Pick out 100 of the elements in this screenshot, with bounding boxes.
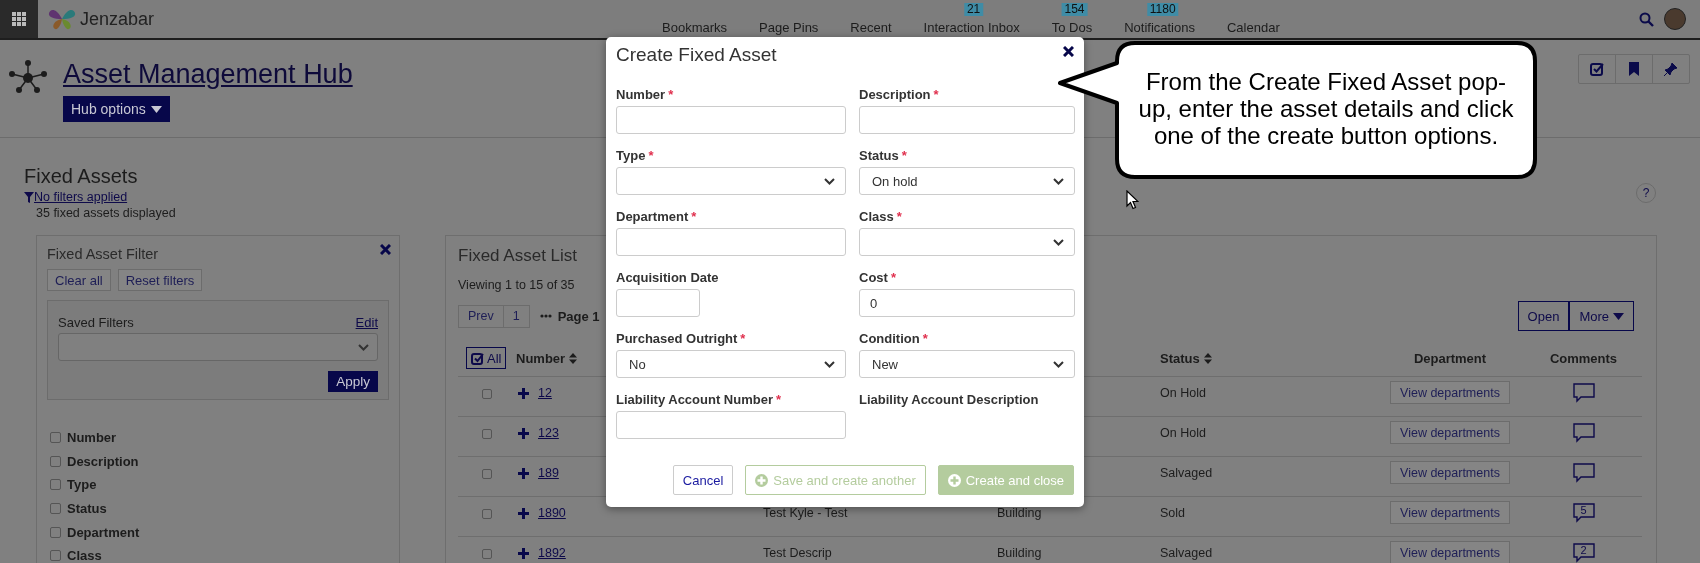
input-field[interactable] — [616, 411, 846, 439]
hub-options-button[interactable]: Hub options — [63, 96, 170, 122]
asset-number-link[interactable]: 189 — [538, 466, 559, 480]
checkbox[interactable] — [482, 469, 492, 479]
input-field[interactable]: 0 — [859, 289, 1075, 317]
required-mark: * — [890, 270, 896, 285]
plus-circle-icon — [755, 473, 769, 487]
required-mark: * — [740, 331, 746, 346]
nav-link[interactable]: Bookmarks — [646, 0, 744, 38]
field-label: Status — [859, 148, 899, 163]
pager-button[interactable]: 1 — [502, 305, 529, 327]
select-field[interactable]: New — [859, 350, 1075, 378]
chevron-icon — [358, 343, 369, 351]
close-icon[interactable] — [1063, 46, 1074, 57]
filter-button[interactable]: Reset filters — [117, 269, 203, 291]
chevron-icon — [824, 360, 835, 368]
field-label: Liability Account Description — [859, 392, 1039, 407]
checkbox-label: Department — [67, 524, 140, 540]
panel-title: Fixed Asset List — [458, 245, 578, 267]
count-badge: 1180 — [1146, 3, 1179, 16]
asset-number-link[interactable]: 12 — [538, 386, 552, 400]
select-field[interactable]: On hold — [859, 167, 1075, 195]
comment-icon[interactable] — [1572, 383, 1595, 403]
filter-button[interactable]: Clear all — [47, 269, 111, 291]
pager-button[interactable]: Prev — [459, 305, 503, 327]
comment-icon[interactable] — [1572, 423, 1595, 443]
plus-icon[interactable] — [518, 387, 529, 399]
nav-link[interactable]: Interaction Inbox 21 — [907, 0, 1036, 38]
nav-link[interactable]: Calendar — [1210, 0, 1296, 38]
checkbox-label: Number — [67, 430, 117, 446]
checkbox[interactable] — [482, 509, 492, 519]
field-label: Department — [616, 209, 689, 224]
plus-icon[interactable] — [518, 467, 529, 479]
checkbox-label: Class — [67, 548, 102, 563]
chevron-icon — [824, 177, 835, 185]
checkbox[interactable] — [50, 455, 61, 467]
more-button[interactable]: More — [1569, 301, 1634, 331]
field-label: Purchased Outright — [616, 331, 738, 346]
column-header[interactable]: Status — [1160, 350, 1212, 366]
plus-icon[interactable] — [518, 427, 529, 439]
checkbox[interactable] — [482, 549, 492, 559]
brand-name: Jenzabar — [80, 8, 155, 30]
open-button[interactable]: Open — [1517, 301, 1570, 331]
select-field[interactable]: No — [616, 350, 846, 378]
date-field[interactable] — [616, 289, 700, 317]
avatar[interactable] — [1664, 8, 1686, 30]
comment-icon[interactable]: 2 — [1572, 543, 1595, 563]
table-cell: On Hold — [1160, 426, 1206, 440]
select-field[interactable] — [58, 333, 378, 361]
checkbox[interactable] — [482, 389, 492, 399]
checkbox[interactable] — [50, 550, 61, 562]
field-label: Condition — [859, 331, 920, 346]
sort-icon — [1203, 352, 1212, 364]
checkbox[interactable] — [482, 429, 492, 439]
input-field[interactable] — [616, 228, 846, 256]
checkbox[interactable] — [50, 479, 61, 491]
nav-link[interactable]: Page Pins — [743, 0, 835, 38]
field-label: Description — [859, 87, 931, 102]
table-cell: Test Kyle - Test — [763, 506, 848, 520]
view-departments-button[interactable]: View departments — [1390, 421, 1510, 444]
checkbox-label: Status — [67, 501, 107, 517]
search-icon[interactable] — [1639, 11, 1654, 27]
table-cell: On Hold — [1160, 386, 1206, 400]
butterfly-logo-icon — [48, 7, 76, 31]
input-field[interactable] — [616, 106, 846, 134]
field-label: Acquisition Date — [616, 270, 719, 285]
filter-link[interactable]: No filters applied — [34, 189, 128, 205]
asset-number-link[interactable]: 1892 — [538, 546, 566, 560]
nav-link[interactable]: To Dos 154 — [1035, 0, 1109, 38]
apply-button[interactable]: Apply — [328, 371, 378, 392]
view-departments-button[interactable]: View departments — [1390, 381, 1510, 404]
comment-icon[interactable]: 5 — [1572, 503, 1595, 523]
plus-icon[interactable] — [518, 507, 529, 519]
checkbox[interactable] — [50, 432, 61, 444]
plus-icon[interactable] — [518, 547, 529, 559]
edit-link[interactable]: Edit — [355, 315, 378, 330]
asset-number-link[interactable]: 1890 — [538, 506, 566, 520]
checkbox[interactable] — [50, 526, 61, 538]
cancel-button[interactable]: Cancel — [672, 465, 734, 495]
field-label: Cost — [859, 270, 888, 285]
comment-icon[interactable] — [1572, 463, 1595, 483]
input-field[interactable] — [859, 106, 1075, 134]
nav-link[interactable]: Recent — [834, 0, 908, 38]
checkbox-label: Description — [67, 453, 139, 469]
view-departments-button[interactable]: View departments — [1390, 461, 1510, 484]
field-label: Type — [616, 148, 646, 163]
app-launcher-icon[interactable] — [0, 0, 38, 38]
table-cell: Salvaged — [1160, 546, 1213, 560]
column-header: Department — [1413, 350, 1487, 366]
column-header[interactable]: Number — [516, 350, 578, 366]
nav-link[interactable]: Notifications 1180 — [1108, 0, 1211, 38]
select-all-button[interactable]: All — [466, 347, 507, 369]
field-label: Number — [616, 87, 666, 102]
asset-number-link[interactable]: 123 — [538, 426, 559, 440]
field-label: Class — [859, 209, 894, 224]
hub-title[interactable]: Asset Management Hub — [63, 58, 353, 90]
view-departments-button[interactable]: View departments — [1390, 541, 1510, 563]
checkbox[interactable] — [50, 503, 61, 515]
chevron-icon — [1053, 360, 1064, 368]
view-departments-button[interactable]: View departments — [1390, 501, 1510, 524]
